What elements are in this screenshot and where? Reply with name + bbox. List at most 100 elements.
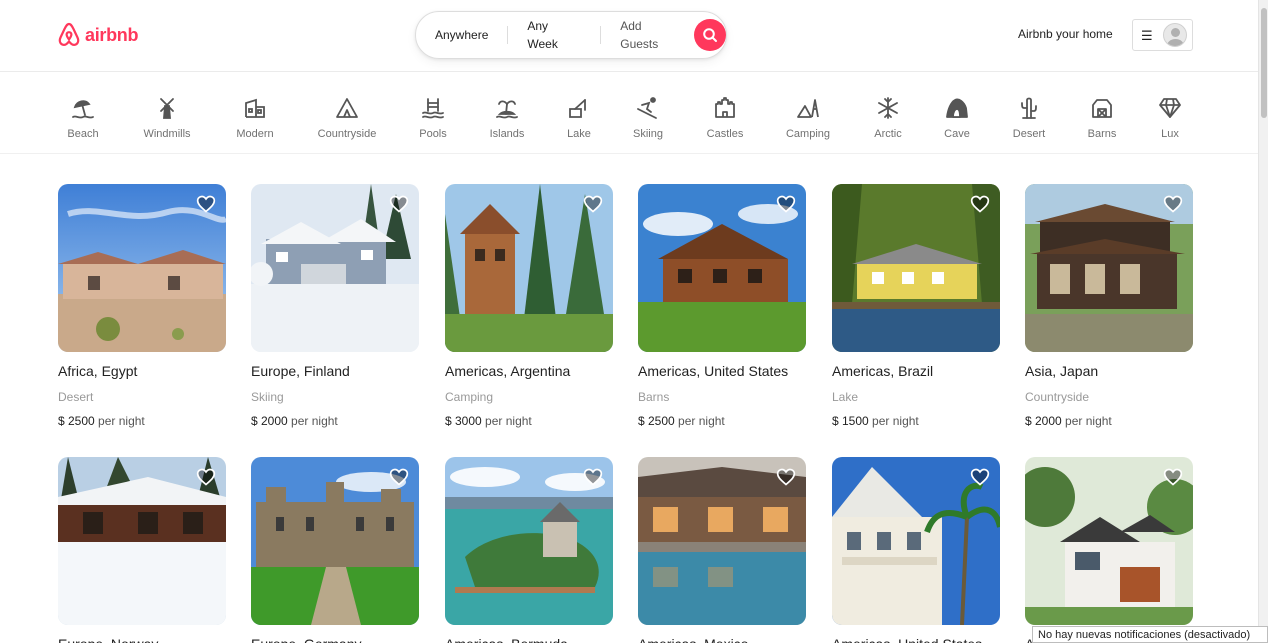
listing-card[interactable]: Europe, Finland Skiing $ 2000 per night	[251, 184, 419, 429]
category-label: Islands	[489, 128, 525, 140]
island-icon	[493, 94, 521, 122]
favorite-heart-icon[interactable]	[196, 194, 216, 214]
category-countryside[interactable]: Countryside	[302, 94, 392, 140]
favorite-heart-icon[interactable]	[583, 194, 603, 214]
listing-photo[interactable]	[832, 457, 1000, 625]
favorite-heart-icon[interactable]	[970, 467, 990, 487]
price-unit: per night	[291, 414, 338, 428]
hamburger-menu-icon: ☰	[1141, 27, 1153, 43]
search-button[interactable]	[694, 19, 726, 51]
search-anywhere-button[interactable]: Anywhere	[416, 26, 507, 44]
lake-icon	[565, 94, 593, 122]
cactus-icon	[1015, 94, 1043, 122]
category-label: Countryside	[317, 128, 377, 140]
listing-category: Camping	[445, 390, 494, 404]
listing-photo[interactable]	[1025, 457, 1193, 625]
listing-price: $ 2000 per night	[251, 413, 419, 429]
category-label: Beach	[67, 128, 99, 140]
search-icon	[703, 28, 718, 42]
category-lux[interactable]: Lux	[1125, 94, 1215, 140]
category-label: Lake	[567, 128, 591, 140]
price-unit: per night	[678, 414, 725, 428]
price-amount: $ 2500	[58, 414, 95, 428]
listing-photo[interactable]	[445, 184, 613, 352]
listing-card[interactable]: Americas, Argentina Camping $ 3000 per n…	[445, 184, 613, 429]
search-any-week-button[interactable]: Any Week	[508, 17, 600, 53]
favorite-heart-icon[interactable]	[389, 467, 409, 487]
user-menu-button[interactable]: ☰	[1132, 19, 1193, 51]
search-bar[interactable]: Anywhere Any Week Add Guests	[415, 11, 727, 59]
category-label: Desert	[1012, 128, 1046, 140]
favorite-heart-icon[interactable]	[389, 194, 409, 214]
airbnb-logo-icon	[57, 22, 81, 48]
listing-card[interactable]: Americas, United States	[832, 457, 1000, 643]
listing-location: Asia, Japan	[1025, 363, 1099, 379]
favorite-heart-icon[interactable]	[583, 467, 603, 487]
price-amount: $ 3000	[445, 414, 482, 428]
notification-toast: No hay nuevas notificaciones (desactivad…	[1032, 626, 1268, 643]
price-unit: per night	[98, 414, 145, 428]
category-label: Cave	[944, 128, 970, 140]
listing-photo[interactable]	[445, 457, 613, 625]
listing-card[interactable]: Americas, Bermuda	[445, 457, 613, 643]
listing-location: Europe, Finland	[251, 363, 350, 379]
header: airbnb Anywhere Any Week Add Guests Airb…	[0, 0, 1258, 72]
listing-category: Barns	[638, 390, 670, 404]
price-unit: per night	[872, 414, 919, 428]
listing-photo[interactable]	[251, 457, 419, 625]
category-beach[interactable]: Beach	[38, 94, 128, 140]
barn-icon	[1088, 94, 1116, 122]
listing-location: Americas, Brazil	[832, 363, 934, 379]
favorite-heart-icon[interactable]	[1163, 467, 1183, 487]
listing-photo[interactable]	[1025, 184, 1193, 352]
listing-card[interactable]: A	[1025, 457, 1193, 643]
favorite-heart-icon[interactable]	[776, 467, 796, 487]
listing-price: $ 2500 per night	[58, 413, 226, 429]
airbnb-logo[interactable]: airbnb	[57, 22, 139, 48]
price-unit: per night	[485, 414, 532, 428]
listing-card[interactable]: Americas, Mexico	[638, 457, 806, 643]
listing-price: $ 2000 per night	[1025, 413, 1193, 429]
brand-name: airbnb	[85, 24, 139, 45]
price-amount: $ 2000	[251, 414, 288, 428]
listing-photo[interactable]	[638, 184, 806, 352]
category-windmills[interactable]: Windmills	[122, 94, 212, 140]
listing-photo[interactable]	[58, 184, 226, 352]
beach-icon	[69, 94, 97, 122]
search-add-guests-button[interactable]: Add Guests	[601, 17, 692, 53]
price-amount: $ 2000	[1025, 414, 1062, 428]
listing-location: Europe, Germany	[251, 635, 419, 643]
listing-photo[interactable]	[638, 457, 806, 625]
category-castles[interactable]: Castles	[680, 94, 770, 140]
favorite-heart-icon[interactable]	[196, 467, 216, 487]
listing-card[interactable]: Africa, Egypt Desert $ 2500 per night	[58, 184, 226, 429]
listing-price: $ 2500 per night	[638, 413, 806, 429]
listing-category: Countryside	[1025, 390, 1090, 404]
listing-card[interactable]: Europe, Germany	[251, 457, 419, 643]
listing-card[interactable]: Americas, Brazil Lake $ 1500 per night	[832, 184, 1000, 429]
listing-card[interactable]: Asia, Japan Countryside $ 2000 per night	[1025, 184, 1193, 429]
airbnb-your-home-link[interactable]: Airbnb your home	[1018, 27, 1113, 41]
favorite-heart-icon[interactable]	[776, 194, 796, 214]
listing-location: Americas, Argentina	[445, 363, 571, 379]
category-modern[interactable]: Modern	[210, 94, 300, 140]
category-label: Modern	[236, 128, 274, 140]
page-scrollbar[interactable]	[1258, 0, 1268, 643]
listing-location: Europe, Norway	[58, 635, 226, 643]
listing-photo[interactable]	[832, 184, 1000, 352]
windmill-icon	[153, 94, 181, 122]
favorite-heart-icon[interactable]	[970, 194, 990, 214]
listing-location: Americas, United States	[832, 635, 1000, 643]
favorite-heart-icon[interactable]	[1163, 194, 1183, 214]
castle-icon	[711, 94, 739, 122]
countryside-icon	[333, 94, 361, 122]
listing-card[interactable]: Americas, United States Barns $ 2500 per…	[638, 184, 806, 429]
category-camping[interactable]: Camping	[763, 94, 853, 140]
listing-photo[interactable]	[251, 184, 419, 352]
listing-category: Skiing	[251, 390, 284, 404]
listing-card[interactable]: Europe, Norway	[58, 457, 226, 643]
listing-photo[interactable]	[58, 457, 226, 625]
scrollbar-thumb[interactable]	[1261, 8, 1267, 118]
category-label: Lux	[1161, 128, 1179, 140]
listing-price: $ 3000 per night	[445, 413, 613, 429]
